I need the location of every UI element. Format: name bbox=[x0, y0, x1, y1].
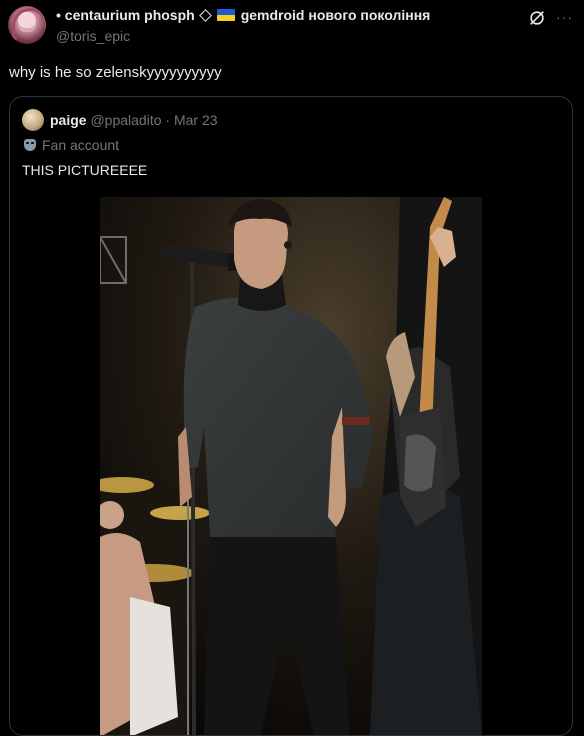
author-name[interactable]: • centaurium phosph gemdroid нового поко… bbox=[56, 7, 430, 23]
post: • centaurium phosph gemdroid нового поко… bbox=[0, 0, 584, 736]
avatar[interactable] bbox=[8, 6, 46, 44]
ukraine-flag-icon bbox=[216, 9, 235, 21]
concert-photo[interactable] bbox=[100, 197, 482, 735]
author-name-prefix: • centaurium phosph bbox=[56, 7, 195, 23]
fan-account-text: Fan account bbox=[42, 137, 120, 153]
quoted-avatar[interactable] bbox=[22, 109, 44, 131]
quoted-header: paige @ppaladito · Mar 23 bbox=[50, 112, 218, 128]
author-handle[interactable]: @toris_epic bbox=[56, 28, 130, 44]
quoted-name[interactable]: paige bbox=[50, 112, 87, 128]
quoted-meta: @ppaladito · Mar 23 bbox=[90, 112, 218, 128]
mask-icon bbox=[24, 139, 36, 151]
quoted-post[interactable]: paige @ppaladito · Mar 23 Fan account TH… bbox=[9, 96, 573, 736]
quoted-text: THIS PICTUREEEE bbox=[22, 162, 148, 178]
more-icon[interactable]: ··· bbox=[556, 9, 573, 25]
fan-account-label: Fan account bbox=[24, 137, 119, 153]
concert-photo-illustration bbox=[100, 197, 482, 735]
diamond-icon bbox=[198, 8, 212, 22]
post-text: why is he so zelenskyyyyyyyyyy bbox=[9, 64, 222, 81]
avatar-face bbox=[18, 12, 36, 32]
grok-icon[interactable] bbox=[528, 9, 546, 27]
author-name-suffix: gemdroid нового покоління bbox=[240, 7, 431, 23]
